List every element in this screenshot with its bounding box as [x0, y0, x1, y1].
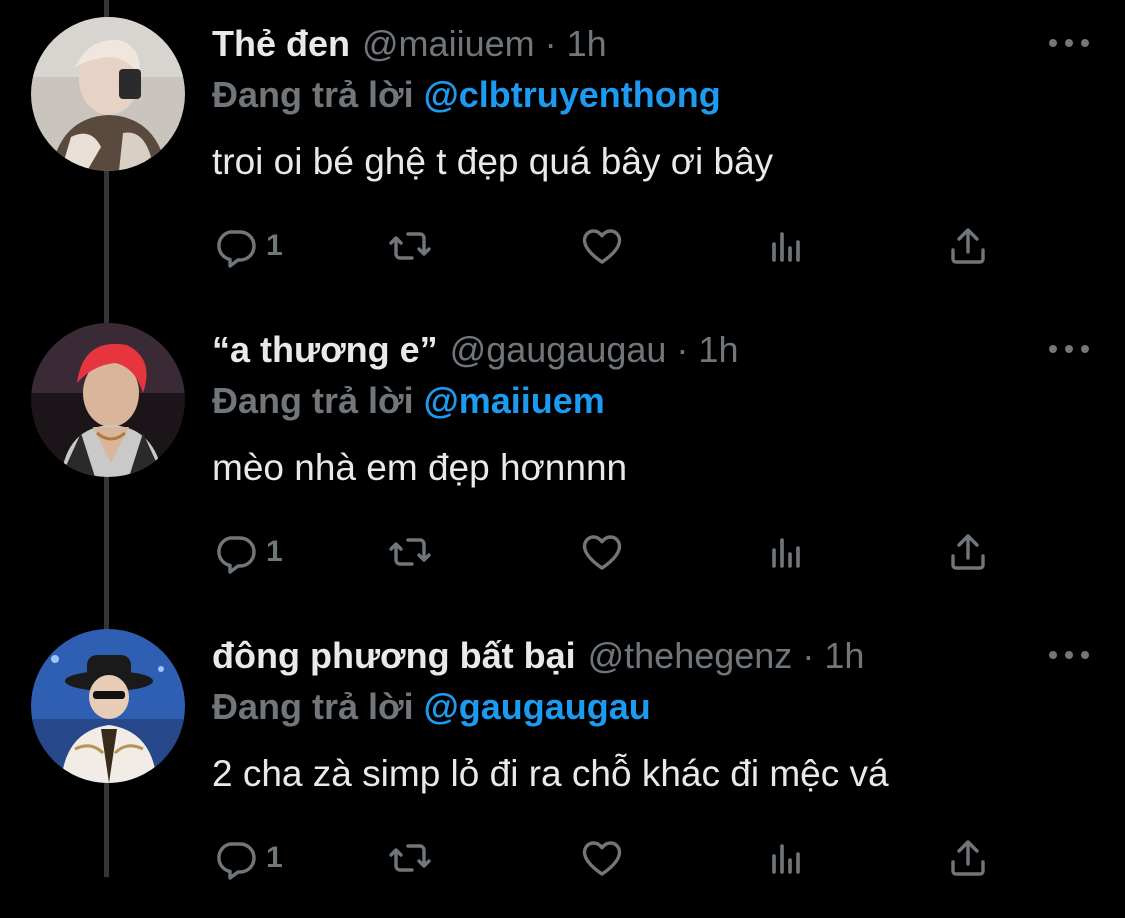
separator-dot: · — [802, 635, 815, 676]
separator-dot: · — [544, 23, 557, 64]
display-name[interactable]: Thẻ đen — [212, 22, 350, 66]
display-name[interactable]: “a thương e” — [212, 328, 438, 372]
reply-icon — [217, 842, 256, 880]
retweet-button[interactable] — [386, 832, 434, 884]
tweet-header: Thẻ đen @maiiuem · 1h — [212, 22, 607, 66]
user-handle[interactable]: @gaugaugau — [450, 328, 667, 372]
analytics-icon — [772, 538, 800, 568]
views-button[interactable] — [762, 220, 810, 272]
heart-icon — [582, 841, 622, 876]
replying-to-mention[interactable]: @clbtruyenthong — [424, 74, 721, 115]
reply-button[interactable]: 1 — [212, 220, 283, 272]
share-icon — [951, 228, 985, 264]
reply-icon — [217, 230, 256, 268]
retweet-icon — [389, 232, 431, 260]
replying-to-mention[interactable]: @gaugaugau — [424, 686, 651, 727]
display-name[interactable]: đông phương bất bại — [212, 634, 576, 678]
tweet[interactable]: Thẻ đen @maiiuem · 1h Đang trả lời @clbtr… — [0, 0, 1125, 306]
replying-to: Đang trả lời @clbtruyenthong — [212, 72, 721, 118]
retweet-icon — [389, 538, 431, 566]
user-handle[interactable]: @maiiuem — [362, 22, 535, 66]
avatar[interactable] — [31, 323, 185, 477]
tweet-text: troi oi bé ghệ t đẹp quá bây ơi bây — [212, 141, 774, 182]
avatar-image — [31, 17, 185, 171]
timestamp[interactable]: 1h — [567, 22, 607, 66]
tweet-header: đông phương bất bại @thehegenz · 1h — [212, 634, 864, 678]
tweet[interactable]: đông phương bất bại @thehegenz · 1h Đang… — [0, 612, 1125, 918]
tweet[interactable]: “a thương e” @gaugaugau · 1h Đang trả lờ… — [0, 306, 1125, 612]
replying-to: Đang trả lời @maiiuem — [212, 378, 605, 424]
separator-dot: · — [676, 329, 689, 370]
user-handle[interactable]: @thehegenz — [588, 634, 793, 678]
like-button[interactable] — [578, 832, 626, 884]
avatar[interactable] — [31, 629, 185, 783]
timestamp[interactable]: 1h — [698, 328, 738, 372]
more-options-icon[interactable] — [1049, 642, 1089, 668]
analytics-icon — [772, 232, 800, 262]
share-button[interactable] — [944, 526, 992, 578]
share-button[interactable] — [944, 832, 992, 884]
share-button[interactable] — [944, 220, 992, 272]
retweet-icon — [389, 844, 431, 872]
avatar[interactable] — [31, 17, 185, 171]
heart-icon — [582, 535, 622, 570]
heart-icon — [582, 229, 622, 264]
reply-icon — [217, 536, 256, 574]
more-options-icon[interactable] — [1049, 336, 1089, 362]
reply-button[interactable]: 1 — [212, 832, 283, 884]
share-icon — [951, 840, 985, 876]
share-icon — [951, 534, 985, 570]
reply-button[interactable]: 1 — [212, 526, 283, 578]
analytics-icon — [772, 844, 800, 874]
reply-count: 1 — [266, 535, 283, 568]
avatar-image — [31, 629, 185, 783]
replying-to-mention[interactable]: @maiiuem — [424, 380, 605, 421]
replying-to: Đang trả lời @gaugaugau — [212, 684, 651, 730]
action-bar: 1 — [212, 220, 1002, 272]
reply-count: 1 — [266, 841, 283, 874]
views-button[interactable] — [762, 526, 810, 578]
timestamp[interactable]: 1h — [824, 634, 864, 678]
retweet-button[interactable] — [386, 220, 434, 272]
tweet-text: mèo nhà em đẹp hơnnnn — [212, 447, 628, 488]
replying-to-label: Đang trả lời — [212, 686, 414, 727]
replying-to-label: Đang trả lời — [212, 74, 414, 115]
replying-to-label: Đang trả lời — [212, 380, 414, 421]
avatar-image — [31, 323, 185, 477]
reply-count: 1 — [266, 229, 283, 262]
action-bar: 1 — [212, 526, 1002, 578]
like-button[interactable] — [578, 526, 626, 578]
retweet-button[interactable] — [386, 526, 434, 578]
tweet-header: “a thương e” @gaugaugau · 1h — [212, 328, 738, 372]
like-button[interactable] — [578, 220, 626, 272]
views-button[interactable] — [762, 832, 810, 884]
tweet-text: 2 cha zà simp lỏ đi ra chỗ khác đi mệc v… — [212, 753, 889, 794]
action-bar: 1 — [212, 832, 1002, 884]
more-options-icon[interactable] — [1049, 30, 1089, 56]
